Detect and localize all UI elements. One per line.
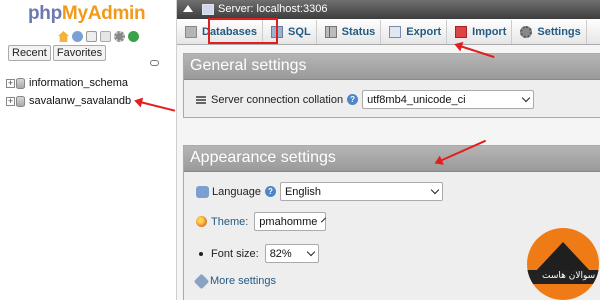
- collation-select[interactable]: utf8mb4_unicode_ci: [362, 90, 535, 109]
- export-highlight-box: [208, 18, 278, 44]
- reload-icon[interactable]: [128, 31, 139, 42]
- exit-icon[interactable]: [72, 31, 83, 42]
- export-icon: [389, 25, 402, 38]
- logo-text-myadmin: MyAdmin: [61, 3, 146, 24]
- font-size-label: Font size:: [211, 247, 259, 260]
- language-icon: [196, 185, 209, 198]
- tab-label: Settings: [537, 25, 581, 38]
- tab-label: Export: [406, 25, 442, 38]
- chevron-down-icon: [430, 185, 440, 195]
- font-size-value: 82%: [269, 247, 292, 260]
- link-with-main-panel-icon[interactable]: [150, 60, 159, 66]
- tree-item-label[interactable]: savalanw_savalandb: [29, 95, 131, 107]
- server-breadcrumb[interactable]: Server: localhost:3306: [218, 3, 327, 15]
- language-label: Language: [212, 185, 261, 198]
- database-icon: [16, 95, 25, 107]
- logo-text-php: php: [28, 3, 62, 24]
- tab-label: SQL: [288, 25, 311, 38]
- help-icon[interactable]: ?: [347, 94, 359, 105]
- mountain-icon: [535, 242, 591, 272]
- settings-icon: [520, 25, 533, 38]
- tree-item-savalanw-savalandb[interactable]: + savalanw_savalandb: [6, 92, 131, 110]
- collapse-arrow-icon[interactable]: [183, 5, 193, 12]
- theme-value: pmahomme: [259, 215, 318, 228]
- theme-select[interactable]: pmahomme: [254, 212, 327, 231]
- expand-icon[interactable]: +: [6, 96, 15, 106]
- font-size-select[interactable]: 82%: [264, 244, 319, 263]
- theme-label[interactable]: Theme:: [211, 216, 248, 228]
- chevron-down-icon: [521, 93, 531, 103]
- chevron-down-icon: [306, 247, 315, 257]
- tree-item-information-schema[interactable]: + information_schema: [6, 74, 131, 92]
- language-select[interactable]: English: [279, 182, 443, 201]
- chevron-down-icon: [321, 217, 327, 223]
- general-settings-panel: General settings Server connection colla…: [183, 53, 600, 118]
- docs-icon[interactable]: [86, 31, 97, 42]
- database-icon: [16, 77, 25, 89]
- watermark-logo: سوالان هاست: [527, 228, 599, 300]
- theme-icon: [196, 216, 207, 227]
- collation-label: Server connection collation: [211, 93, 344, 106]
- tab-label: Status: [341, 25, 376, 38]
- general-settings-heading: General settings: [184, 54, 600, 80]
- import-icon: [455, 25, 468, 38]
- appearance-settings-heading: Appearance settings: [184, 146, 600, 172]
- server-breadcrumb-bar: Server: localhost:3306: [177, 0, 600, 19]
- sql-docs-icon[interactable]: [100, 31, 111, 42]
- database-icon: [185, 25, 197, 38]
- favorites-button[interactable]: Favorites: [52, 45, 107, 61]
- tab-label: Import: [472, 25, 507, 38]
- tab-export[interactable]: Export: [381, 19, 448, 44]
- language-value: English: [284, 185, 322, 198]
- navigation-panel: phpMyAdmin Recent Favorites + informatio…: [0, 0, 177, 300]
- settings-icon[interactable]: [114, 31, 125, 42]
- font-size-row: Font size: 82%: [196, 244, 319, 263]
- status-icon: [324, 25, 337, 38]
- collation-value: utf8mb4_unicode_ci: [367, 93, 466, 106]
- tree-item-label[interactable]: information_schema: [29, 77, 128, 89]
- tab-settings[interactable]: Settings: [512, 19, 587, 44]
- navigation-icons: [58, 31, 139, 42]
- recent-button[interactable]: Recent: [8, 45, 51, 61]
- more-settings-link[interactable]: More settings: [210, 275, 276, 287]
- recent-favorites-tabs: Recent Favorites: [8, 45, 107, 61]
- theme-row: Theme: pmahomme: [196, 212, 327, 231]
- wrench-icon: [193, 273, 210, 289]
- server-icon: [202, 4, 214, 15]
- home-icon[interactable]: [58, 31, 69, 42]
- expand-icon[interactable]: +: [6, 78, 15, 88]
- tab-status[interactable]: Status: [317, 19, 382, 44]
- more-settings-row: More settings: [193, 273, 276, 289]
- language-row: Language ? English: [196, 182, 443, 201]
- collation-icon: [196, 95, 206, 104]
- help-icon[interactable]: ?: [264, 186, 276, 197]
- bullet-icon: [199, 251, 203, 256]
- database-tree: + information_schema + savalanw_savaland…: [6, 74, 131, 110]
- collation-row: Server connection collation ? utf8mb4_un…: [196, 90, 535, 109]
- watermark-text: سوالان هاست: [542, 271, 596, 281]
- phpmyadmin-logo[interactable]: phpMyAdmin: [28, 3, 146, 25]
